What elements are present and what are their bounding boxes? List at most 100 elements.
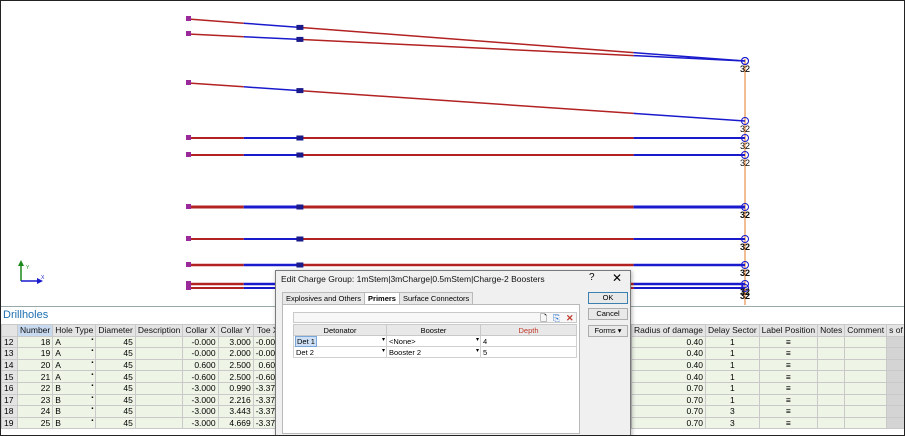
- table-cell[interactable]: [844, 416, 888, 430]
- table-row[interactable]: 0.40 1 ≡: [631, 335, 904, 349]
- table-cell[interactable]: [134, 381, 184, 395]
- table-cell[interactable]: 22: [16, 381, 54, 395]
- booster-select[interactable]: Booster 2 ▾: [386, 346, 481, 358]
- table-cell[interactable]: 3.000: [217, 335, 254, 349]
- table-cell[interactable]: 15: [1, 370, 18, 383]
- table-cell[interactable]: [134, 416, 184, 430]
- col-header[interactable]: Comment: [844, 324, 888, 337]
- table-cell[interactable]: 21: [16, 370, 54, 383]
- table-cell[interactable]: [886, 393, 904, 407]
- table-row[interactable]: 0.40 1 ≡: [631, 347, 904, 360]
- table-cell[interactable]: 17: [1, 393, 18, 407]
- table-cell[interactable]: ≡: [758, 358, 819, 372]
- col-header[interactable]: Diameter: [95, 324, 136, 337]
- table-row[interactable]: 0.40 1 ≡: [631, 358, 904, 372]
- chevron-down-icon[interactable]: ▾: [382, 336, 385, 343]
- table-cell[interactable]: 1: [705, 335, 760, 349]
- table-cell[interactable]: [134, 347, 184, 360]
- table-cell[interactable]: 2.500: [217, 358, 254, 372]
- table-cell[interactable]: 0.40: [631, 370, 706, 383]
- col-header[interactable]: Delay Sector: [705, 324, 760, 337]
- col-header[interactable]: s of Explo: [886, 324, 904, 337]
- table-cell[interactable]: [817, 416, 846, 430]
- dropdown-icon[interactable]: ▪: [91, 395, 93, 401]
- table-cell[interactable]: A ▪: [52, 335, 97, 349]
- table-cell[interactable]: -3.000: [182, 416, 219, 430]
- table-cell[interactable]: 1: [705, 370, 760, 383]
- dropdown-icon[interactable]: ▪: [91, 383, 93, 389]
- table-cell[interactable]: [886, 358, 904, 372]
- table-row[interactable]: 0.70 3 ≡: [631, 416, 904, 430]
- table-cell[interactable]: [844, 335, 888, 349]
- primers-table[interactable]: Detonator Booster Depth Det 1 ▾ <None> ▾ 4…: [293, 324, 577, 358]
- table-cell[interactable]: 0.600: [182, 358, 219, 372]
- table-cell[interactable]: 2.500: [217, 370, 254, 383]
- table-cell[interactable]: 0.40: [631, 358, 706, 372]
- dropdown-icon[interactable]: ▪: [91, 372, 93, 378]
- table-cell[interactable]: A ▪: [52, 347, 97, 360]
- chevron-down-icon[interactable]: ▾: [476, 336, 479, 343]
- copy-row-icon[interactable]: ⎘: [553, 313, 560, 323]
- table-row[interactable]: 0.40 1 ≡: [631, 370, 904, 383]
- table-cell[interactable]: 18: [16, 335, 54, 349]
- table-cell[interactable]: 0.70: [631, 405, 706, 418]
- table-cell[interactable]: ≡: [758, 347, 819, 360]
- forms-button[interactable]: Forms ▾: [588, 325, 628, 337]
- col-header[interactable]: Label Position: [758, 324, 819, 337]
- drillholes-table-right[interactable]: Radius of damage Delay Sector Label Positi…: [631, 324, 904, 430]
- table-cell[interactable]: [886, 416, 904, 430]
- table-cell[interactable]: [817, 405, 846, 418]
- table-row[interactable]: 1420A▪450.6002.5000.6002.50: [1, 358, 305, 372]
- drillholes-table[interactable]: Number Hole Type Diameter Description Collar…: [1, 324, 305, 430]
- col-header[interactable]: Hole Type: [52, 324, 97, 337]
- table-cell[interactable]: 3.443: [217, 405, 254, 418]
- table-cell[interactable]: ≡: [758, 393, 819, 407]
- depth-cell[interactable]: 4: [480, 335, 577, 347]
- table-row[interactable]: 1218A▪45-0.0003.000-0.0003.00: [1, 335, 305, 349]
- table-cell[interactable]: 0.70: [631, 416, 706, 430]
- close-icon[interactable]: ✕: [612, 271, 622, 285]
- table-cell[interactable]: 45: [95, 335, 136, 349]
- col-header[interactable]: Collar Y: [217, 324, 254, 337]
- table-row[interactable]: 1521A▪45-0.6002.500-0.6002.50: [1, 370, 305, 383]
- table-cell[interactable]: 45: [95, 393, 136, 407]
- table-cell[interactable]: A ▪: [52, 358, 97, 372]
- table-cell[interactable]: 45: [95, 347, 136, 360]
- ok-button[interactable]: OK: [588, 292, 628, 304]
- table-cell[interactable]: 1: [705, 347, 760, 360]
- table-cell[interactable]: -3.000: [182, 381, 219, 395]
- table-cell[interactable]: 18: [1, 405, 18, 418]
- table-row[interactable]: 1319A▪45-0.0002.000-0.0002.00: [1, 347, 305, 360]
- table-cell[interactable]: [886, 347, 904, 360]
- table-cell[interactable]: -0.600: [182, 370, 219, 383]
- table-cell[interactable]: [844, 358, 888, 372]
- table-cell[interactable]: 19: [1, 416, 18, 430]
- table-row[interactable]: 1622B▪45-3.0000.990-3.3740.99: [1, 381, 305, 395]
- table-cell[interactable]: B ▪: [52, 393, 97, 407]
- table-cell[interactable]: 23: [16, 393, 54, 407]
- drillhole-canvas[interactable]: [1, 1, 904, 305]
- detonator-select[interactable]: Det 1 ▾: [293, 335, 387, 347]
- col-header[interactable]: Notes: [817, 324, 846, 337]
- table-cell[interactable]: -3.000: [182, 393, 219, 407]
- delete-row-icon[interactable]: ✕: [566, 313, 574, 323]
- table-cell[interactable]: 45: [95, 416, 136, 430]
- table-cell[interactable]: -0.000: [182, 335, 219, 349]
- table-cell[interactable]: [817, 381, 846, 395]
- table-cell[interactable]: 1: [705, 393, 760, 407]
- table-cell[interactable]: 0.40: [631, 335, 706, 349]
- booster-select[interactable]: <None> ▾: [386, 335, 481, 347]
- dropdown-icon[interactable]: ▪: [91, 337, 93, 343]
- table-cell[interactable]: 0.40: [631, 347, 706, 360]
- table-cell[interactable]: ≡: [758, 405, 819, 418]
- table-cell[interactable]: [817, 393, 846, 407]
- table-cell[interactable]: B ▪: [52, 405, 97, 418]
- table-cell[interactable]: 2.000: [217, 347, 254, 360]
- table-cell[interactable]: [817, 335, 846, 349]
- table-cell[interactable]: 4.669: [217, 416, 254, 430]
- table-cell[interactable]: 12: [1, 335, 18, 349]
- table-row[interactable]: 0.70 1 ≡: [631, 393, 904, 407]
- table-cell[interactable]: ≡: [758, 381, 819, 395]
- table-cell[interactable]: 24: [16, 405, 54, 418]
- table-row[interactable]: 1723B▪45-3.0002.216-3.3742.21: [1, 393, 305, 407]
